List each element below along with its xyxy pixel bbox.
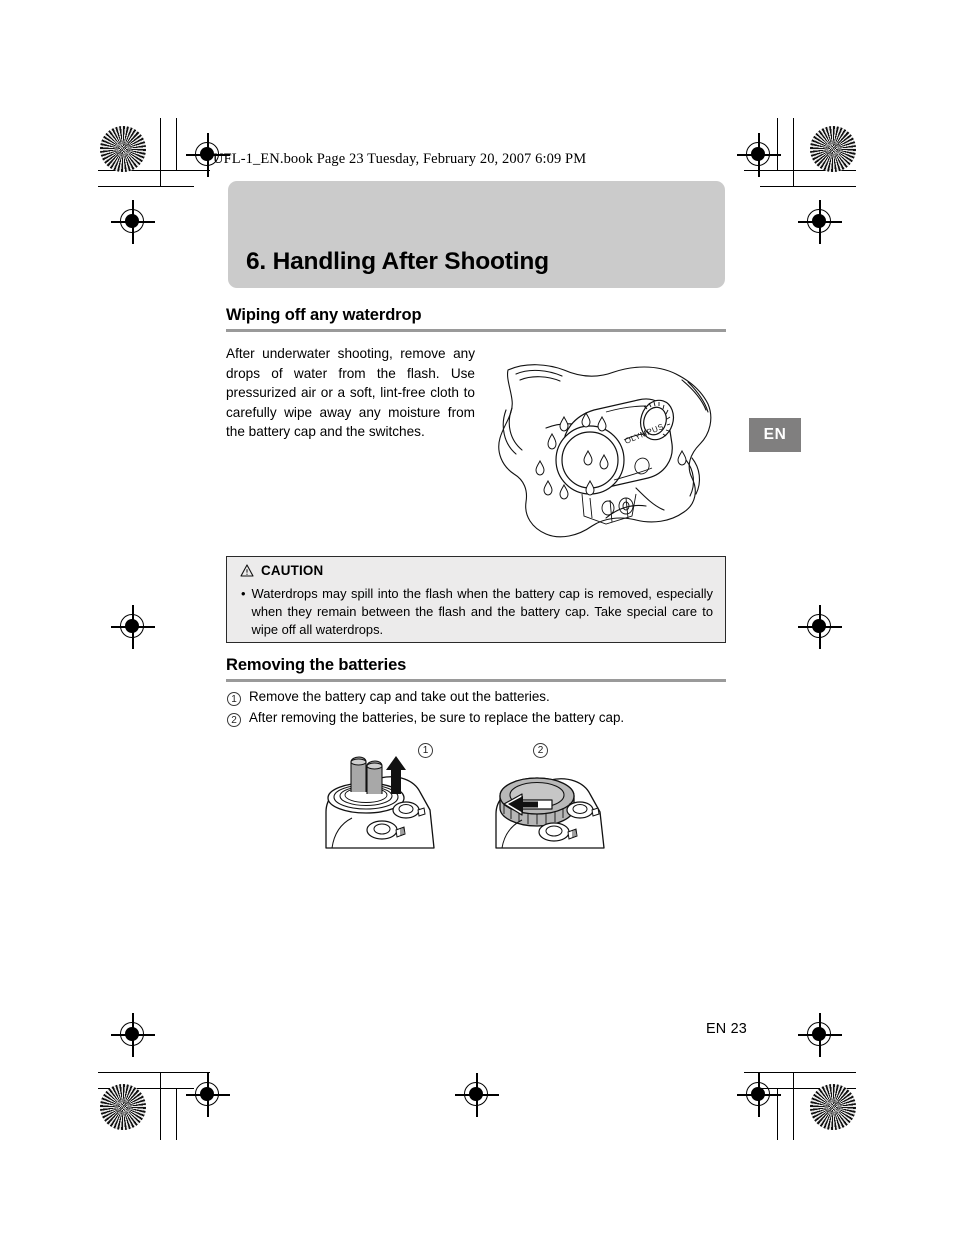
crop-mark-line [793, 1072, 795, 1140]
section-heading-wiping: Wiping off any waterdrop [226, 306, 726, 332]
step-text: After removing the batteries, be sure to… [249, 710, 625, 725]
section-heading-label: Wiping off any waterdrop [226, 306, 422, 324]
caution-text: Waterdrops may spill into the flash when… [251, 586, 713, 638]
registration-mark [111, 605, 155, 649]
registration-mark [798, 1013, 842, 1057]
registration-mark [111, 1013, 155, 1057]
registration-mark [798, 200, 842, 244]
star-target-mark [810, 1084, 856, 1130]
crop-mark-line [160, 1072, 162, 1140]
registration-mark [455, 1073, 499, 1117]
crop-mark-line [760, 186, 856, 188]
page-title: 6. Handling After Shooting [246, 248, 549, 275]
registration-mark [798, 605, 842, 649]
registration-mark [737, 1073, 781, 1117]
body-paragraph: After underwater shooting, remove any dr… [226, 344, 475, 442]
illustration-battery-steps [318, 752, 628, 854]
step-list: 1 Remove the battery cap and take out th… [227, 689, 727, 731]
list-item: 2 After removing the batteries, be sure … [227, 710, 727, 727]
registration-mark [737, 133, 781, 177]
warning-triangle-icon [240, 564, 254, 577]
step-number: 2 [227, 713, 241, 727]
illustration-flash-on-cloth: OLYMPUS [486, 348, 726, 556]
step-number: 1 [227, 692, 241, 706]
caution-bullet: • [241, 586, 246, 601]
chapter-title-band: 6. Handling After Shooting [228, 181, 725, 288]
crop-mark-line [176, 1088, 178, 1140]
star-target-mark [100, 1084, 146, 1130]
caution-callout: CAUTION • Waterdrops may spill into the … [226, 556, 726, 643]
crop-mark-line [160, 118, 162, 186]
heading-rule [226, 679, 726, 682]
body-text: After underwater shooting, remove any dr… [226, 346, 475, 440]
caution-label: CAUTION [261, 563, 324, 578]
section-heading-label: Removing the batteries [226, 656, 407, 674]
heading-rule [226, 329, 726, 332]
language-tab-en: EN [749, 418, 801, 452]
running-header: UFL-1_EN.book Page 23 Tuesday, February … [213, 151, 587, 167]
crop-mark-line [98, 186, 194, 188]
diagram-step-2 [495, 777, 605, 849]
list-item: 1 Remove the battery cap and take out th… [227, 689, 727, 706]
registration-mark [111, 200, 155, 244]
crop-mark-line [793, 118, 795, 186]
caution-header: CAUTION [240, 563, 323, 578]
registration-mark [186, 1073, 230, 1117]
star-target-mark [100, 126, 146, 172]
diagram-step-1 [325, 756, 435, 849]
page-folio: EN 23 [706, 1021, 747, 1037]
crop-mark-line [176, 118, 178, 170]
caution-body: • Waterdrops may spill into the flash wh… [241, 585, 713, 640]
step-text: Remove the battery cap and take out the … [249, 689, 550, 704]
section-heading-removing: Removing the batteries [226, 656, 726, 682]
star-target-mark [810, 126, 856, 172]
